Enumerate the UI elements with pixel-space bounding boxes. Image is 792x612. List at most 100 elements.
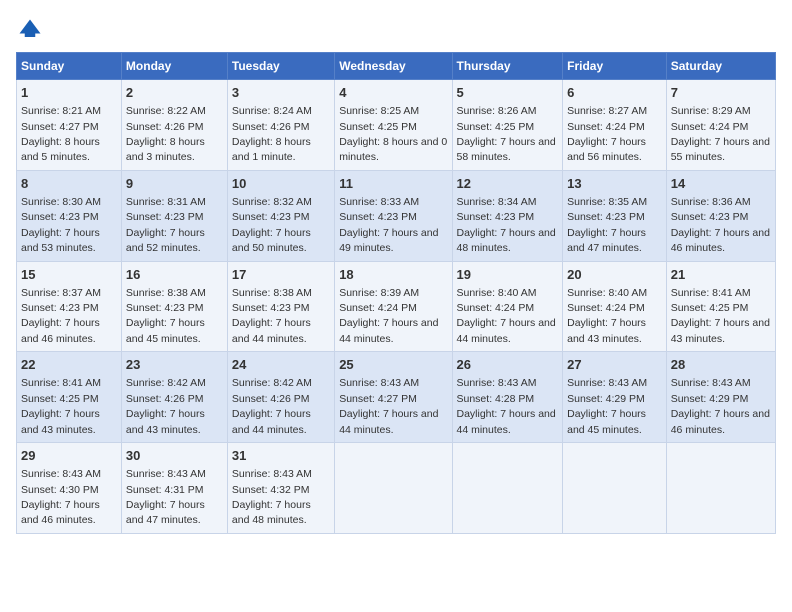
- cell-content: Sunrise: 8:38 AMSunset: 4:23 PMDaylight:…: [232, 287, 312, 345]
- day-number: 19: [457, 266, 559, 284]
- calendar-body: 1 Sunrise: 8:21 AMSunset: 4:27 PMDaylight…: [17, 80, 776, 534]
- calendar-cell: 6Sunrise: 8:27 AMSunset: 4:24 PMDaylight…: [563, 80, 667, 171]
- calendar-cell: 30 Sunrise: 8:43 AMSunset: 4:31 PMDayligh…: [121, 443, 227, 534]
- day-number: 15: [21, 266, 117, 284]
- calendar-cell: 25 Sunrise: 8:43 AMSunset: 4:27 PMDayligh…: [335, 352, 452, 443]
- header-day-monday: Monday: [121, 53, 227, 80]
- day-number: 12: [457, 175, 559, 193]
- day-number: 9: [126, 175, 223, 193]
- week-row-3: 15 Sunrise: 8:37 AMSunset: 4:23 PMDayligh…: [17, 261, 776, 352]
- calendar-cell: 2Sunrise: 8:22 AMSunset: 4:26 PMDaylight…: [121, 80, 227, 171]
- calendar-cell: 26 Sunrise: 8:43 AMSunset: 4:28 PMDayligh…: [452, 352, 563, 443]
- day-number: 26: [457, 356, 559, 374]
- calendar-cell: 12 Sunrise: 8:34 AMSunset: 4:23 PMDayligh…: [452, 170, 563, 261]
- cell-content: Sunrise: 8:36 AMSunset: 4:23 PMDaylight:…: [671, 196, 770, 254]
- calendar-cell: 19 Sunrise: 8:40 AMSunset: 4:24 PMDayligh…: [452, 261, 563, 352]
- calendar-cell: 9 Sunrise: 8:31 AMSunset: 4:23 PMDaylight…: [121, 170, 227, 261]
- cell-content: Sunrise: 8:40 AMSunset: 4:24 PMDaylight:…: [567, 287, 647, 345]
- week-row-1: 1 Sunrise: 8:21 AMSunset: 4:27 PMDaylight…: [17, 80, 776, 171]
- logo-icon: [16, 16, 44, 44]
- cell-content: Sunrise: 8:38 AMSunset: 4:23 PMDaylight:…: [126, 287, 206, 345]
- day-number: 10: [232, 175, 330, 193]
- cell-content: Sunrise: 8:39 AMSunset: 4:24 PMDaylight:…: [339, 287, 438, 345]
- calendar-cell: 13Sunrise: 8:35 AMSunset: 4:23 PMDayligh…: [563, 170, 667, 261]
- day-number: 1: [21, 84, 117, 102]
- header-day-saturday: Saturday: [666, 53, 775, 80]
- cell-content: Sunrise: 8:42 AMSunset: 4:26 PMDaylight:…: [232, 377, 312, 435]
- cell-content: Sunrise: 8:31 AMSunset: 4:23 PMDaylight:…: [126, 196, 206, 254]
- cell-content: Sunrise: 8:33 AMSunset: 4:23 PMDaylight:…: [339, 196, 438, 254]
- calendar-cell: [452, 443, 563, 534]
- calendar-cell: 22 Sunrise: 8:41 AMSunset: 4:25 PMDayligh…: [17, 352, 122, 443]
- cell-content: Sunrise: 8:26 AMSunset: 4:25 PMDaylight:…: [457, 105, 556, 163]
- cell-content: Sunrise: 8:29 AMSunset: 4:24 PMDaylight:…: [671, 105, 770, 163]
- calendar-cell: 8Sunrise: 8:30 AMSunset: 4:23 PMDaylight…: [17, 170, 122, 261]
- day-number: 11: [339, 175, 447, 193]
- day-number: 24: [232, 356, 330, 374]
- calendar-cell: 27Sunrise: 8:43 AMSunset: 4:29 PMDayligh…: [563, 352, 667, 443]
- calendar-cell: 31Sunrise: 8:43 AMSunset: 4:32 PMDayligh…: [227, 443, 334, 534]
- cell-content: Sunrise: 8:41 AMSunset: 4:25 PMDaylight:…: [671, 287, 770, 345]
- day-number: 27: [567, 356, 662, 374]
- calendar-cell: 11 Sunrise: 8:33 AMSunset: 4:23 PMDayligh…: [335, 170, 452, 261]
- calendar-cell: 21 Sunrise: 8:41 AMSunset: 4:25 PMDayligh…: [666, 261, 775, 352]
- day-number: 3: [232, 84, 330, 102]
- day-number: 7: [671, 84, 771, 102]
- day-number: 18: [339, 266, 447, 284]
- calendar-cell: 1 Sunrise: 8:21 AMSunset: 4:27 PMDaylight…: [17, 80, 122, 171]
- week-row-5: 29 Sunrise: 8:43 AMSunset: 4:30 PMDayligh…: [17, 443, 776, 534]
- cell-content: Sunrise: 8:37 AMSunset: 4:23 PMDaylight:…: [21, 287, 101, 345]
- calendar-cell: 16 Sunrise: 8:38 AMSunset: 4:23 PMDayligh…: [121, 261, 227, 352]
- day-number: 23: [126, 356, 223, 374]
- calendar-cell: 14 Sunrise: 8:36 AMSunset: 4:23 PMDayligh…: [666, 170, 775, 261]
- day-number: 5: [457, 84, 559, 102]
- day-number: 16: [126, 266, 223, 284]
- day-number: 29: [21, 447, 117, 465]
- cell-content: Sunrise: 8:43 AMSunset: 4:27 PMDaylight:…: [339, 377, 438, 435]
- cell-content: Sunrise: 8:40 AMSunset: 4:24 PMDaylight:…: [457, 287, 556, 345]
- day-number: 25: [339, 356, 447, 374]
- day-number: 17: [232, 266, 330, 284]
- calendar-cell: 23 Sunrise: 8:42 AMSunset: 4:26 PMDayligh…: [121, 352, 227, 443]
- header-row: SundayMondayTuesdayWednesdayThursdayFrid…: [17, 53, 776, 80]
- calendar-cell: 10 Sunrise: 8:32 AMSunset: 4:23 PMDayligh…: [227, 170, 334, 261]
- calendar-table: SundayMondayTuesdayWednesdayThursdayFrid…: [16, 52, 776, 534]
- cell-content: Sunrise: 8:22 AMSunset: 4:26 PMDaylight:…: [126, 105, 206, 163]
- calendar-cell: 20 Sunrise: 8:40 AMSunset: 4:24 PMDayligh…: [563, 261, 667, 352]
- day-number: 30: [126, 447, 223, 465]
- calendar-cell: 29 Sunrise: 8:43 AMSunset: 4:30 PMDayligh…: [17, 443, 122, 534]
- cell-content: Sunrise: 8:43 AMSunset: 4:28 PMDaylight:…: [457, 377, 556, 435]
- cell-content: Sunrise: 8:42 AMSunset: 4:26 PMDaylight:…: [126, 377, 206, 435]
- calendar-cell: [666, 443, 775, 534]
- cell-content: Sunrise: 8:43 AMSunset: 4:31 PMDaylight:…: [126, 468, 206, 526]
- cell-content: Sunrise: 8:43 AMSunset: 4:30 PMDaylight:…: [21, 468, 101, 526]
- cell-content: Sunrise: 8:30 AMSunset: 4:23 PMDaylight:…: [21, 196, 101, 254]
- calendar-cell: 4 Sunrise: 8:25 AMSunset: 4:25 PMDaylight…: [335, 80, 452, 171]
- calendar-cell: 7 Sunrise: 8:29 AMSunset: 4:24 PMDaylight…: [666, 80, 775, 171]
- day-number: 31: [232, 447, 330, 465]
- day-number: 4: [339, 84, 447, 102]
- day-number: 28: [671, 356, 771, 374]
- cell-content: Sunrise: 8:21 AMSunset: 4:27 PMDaylight:…: [21, 105, 101, 163]
- cell-content: Sunrise: 8:32 AMSunset: 4:23 PMDaylight:…: [232, 196, 312, 254]
- header-day-friday: Friday: [563, 53, 667, 80]
- calendar-cell: 5 Sunrise: 8:26 AMSunset: 4:25 PMDaylight…: [452, 80, 563, 171]
- week-row-4: 22 Sunrise: 8:41 AMSunset: 4:25 PMDayligh…: [17, 352, 776, 443]
- header-day-tuesday: Tuesday: [227, 53, 334, 80]
- week-row-2: 8Sunrise: 8:30 AMSunset: 4:23 PMDaylight…: [17, 170, 776, 261]
- page-header: [16, 16, 776, 44]
- cell-content: Sunrise: 8:43 AMSunset: 4:29 PMDaylight:…: [671, 377, 770, 435]
- day-number: 21: [671, 266, 771, 284]
- calendar-cell: 24 Sunrise: 8:42 AMSunset: 4:26 PMDayligh…: [227, 352, 334, 443]
- cell-content: Sunrise: 8:34 AMSunset: 4:23 PMDaylight:…: [457, 196, 556, 254]
- cell-content: Sunrise: 8:41 AMSunset: 4:25 PMDaylight:…: [21, 377, 101, 435]
- logo: [16, 16, 48, 44]
- calendar-cell: 18 Sunrise: 8:39 AMSunset: 4:24 PMDayligh…: [335, 261, 452, 352]
- day-number: 22: [21, 356, 117, 374]
- calendar-cell: 28 Sunrise: 8:43 AMSunset: 4:29 PMDayligh…: [666, 352, 775, 443]
- calendar-cell: [335, 443, 452, 534]
- day-number: 14: [671, 175, 771, 193]
- day-number: 20: [567, 266, 662, 284]
- calendar-cell: 15 Sunrise: 8:37 AMSunset: 4:23 PMDayligh…: [17, 261, 122, 352]
- cell-content: Sunrise: 8:25 AMSunset: 4:25 PMDaylight:…: [339, 105, 447, 163]
